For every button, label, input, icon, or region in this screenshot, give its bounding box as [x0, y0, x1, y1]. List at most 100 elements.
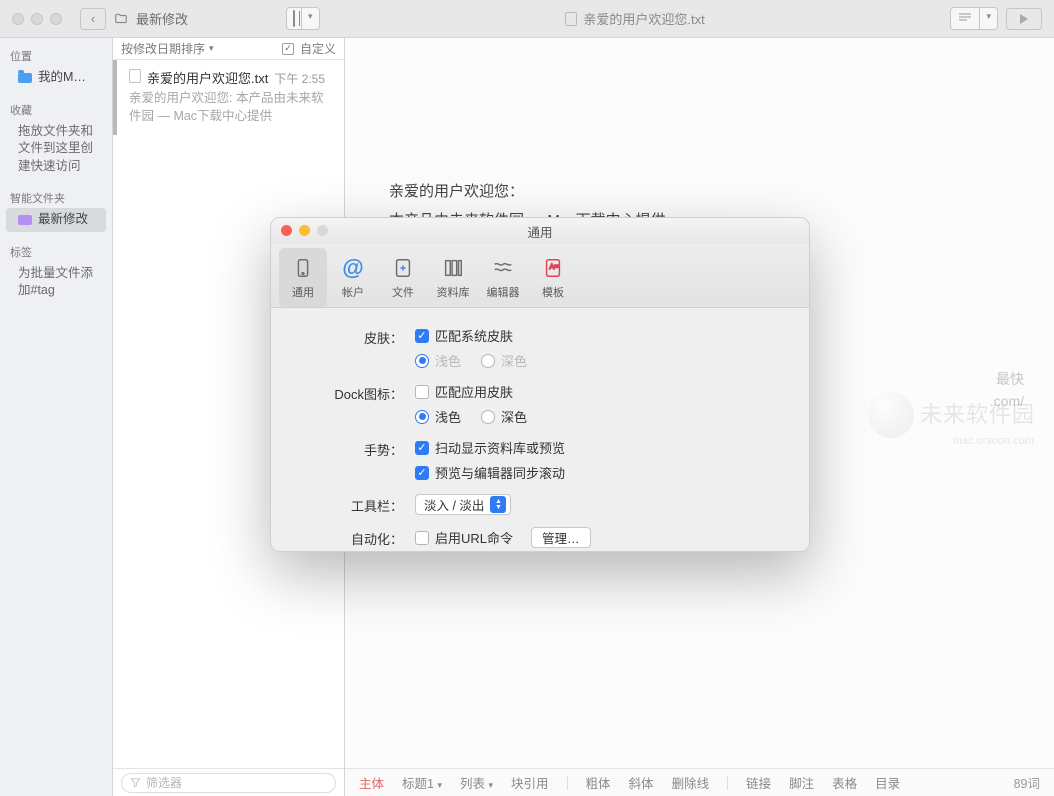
tab-file[interactable]: 文件 [379, 248, 427, 307]
label-skin: 皮肤： [297, 326, 415, 347]
tab-library[interactable]: 资料库 [429, 248, 477, 307]
radio-dark[interactable] [481, 354, 495, 368]
sidebar-head-fav: 收藏 [0, 98, 112, 120]
smart-folder-icon [18, 215, 32, 225]
play-button[interactable] [1006, 8, 1042, 30]
prefs-window-controls [281, 225, 328, 236]
sort-label: 按修改日期排序 [121, 40, 205, 57]
tab-general[interactable]: 通用 [279, 248, 327, 307]
tb-h1[interactable]: 标题1 ▾ [402, 773, 442, 792]
sort-control[interactable]: 按修改日期排序 ▾ [121, 40, 276, 57]
tb-bold[interactable]: 粗体 [586, 773, 611, 792]
custom-checkbox[interactable]: ✓ [282, 43, 294, 55]
file-icon [129, 69, 141, 83]
prefs-title: 通用 [527, 222, 552, 241]
tb-italic[interactable]: 斜体 [629, 773, 654, 792]
prefs-min[interactable] [299, 225, 310, 236]
file-list-footer: 筛选器 [113, 768, 344, 796]
radio-light[interactable] [415, 354, 429, 368]
tab-editor[interactable]: 编辑器 [479, 248, 527, 307]
auto-checkbox[interactable] [415, 531, 429, 545]
checkbox-icon: ✓ [415, 329, 429, 343]
funnel-icon [130, 777, 141, 788]
select-arrow-icon: ▲▼ [490, 496, 506, 513]
sidebar-head-smart: 智能文件夹 [0, 186, 112, 208]
word-count[interactable]: 89词 [1014, 773, 1040, 792]
phone-icon [290, 255, 316, 281]
prefs-titlebar: 通用 [271, 218, 809, 244]
view-mode-chevron-icon[interactable]: ▾ [979, 8, 997, 29]
manage-button[interactable]: 管理… [531, 527, 591, 548]
watermark: 未来软件园 mac.orsoon.com [868, 380, 1038, 450]
sidebar-item-recent[interactable]: 最新修改 [6, 208, 106, 232]
separator [727, 776, 728, 790]
checkbox-icon: ✓ [415, 441, 429, 455]
file-row[interactable]: 亲爱的用户欢迎您.txt 下午 2:55 亲爱的用户欢迎您: 本产品由未来软件园… [113, 60, 344, 135]
opt-label: 启用URL命令 [435, 528, 513, 547]
tb-link[interactable]: 链接 [746, 773, 771, 792]
tb-table[interactable]: 表格 [832, 773, 857, 792]
gesture-opt2[interactable]: ✓ 预览与编辑器同步滚动 [415, 463, 783, 482]
custom-label: 自定义 [300, 40, 336, 57]
tb-main[interactable]: 主体 [359, 773, 384, 792]
gesture-opt1[interactable]: ✓ 扫动显示资料库或预览 [415, 438, 783, 457]
tab-account[interactable]: @ 帐户 [329, 248, 377, 307]
tb-toc[interactable]: 目录 [875, 773, 900, 792]
dock-match-app[interactable]: 匹配应用皮肤 [415, 382, 783, 401]
tab-label: 通用 [292, 284, 314, 300]
tb-strike[interactable]: 删除线 [672, 773, 710, 792]
sidebar-item-label: 最新修改 [38, 211, 88, 229]
tb-list[interactable]: 列表 ▾ [460, 773, 493, 792]
file-list-header: 按修改日期排序 ▾ ✓ 自定义 [113, 38, 344, 60]
file-name: 亲爱的用户欢迎您.txt [147, 68, 268, 87]
radio-dark[interactable] [481, 410, 495, 424]
watermark-text: 未来软件园 [920, 394, 1035, 436]
tb-block[interactable]: 块引用 [511, 773, 549, 792]
opt-label: 深色 [501, 407, 527, 426]
filter-placeholder: 筛选器 [146, 774, 182, 791]
sidebar-tags-text: 为批量文件添加#tag [18, 265, 102, 300]
layout-segment[interactable]: ▾ [286, 7, 320, 30]
radio-light[interactable] [415, 410, 429, 424]
back-button[interactable]: ‹ [80, 8, 106, 30]
prefs-dialog: 通用 通用 @ 帐户 文件 资料库 编辑器 A= 模板 皮肤： [270, 217, 810, 552]
row-dock: Dock图标： 匹配应用皮肤 浅色 深色 [297, 382, 783, 426]
tab-template[interactable]: A= 模板 [529, 248, 577, 307]
traffic-min[interactable] [31, 13, 43, 25]
layout-icon[interactable] [287, 8, 301, 29]
opt-label: 浅色 [435, 351, 461, 370]
doc-title: 亲爱的用户欢迎您.txt [565, 9, 704, 28]
sidebar-item-my-mac[interactable]: 我的M… [0, 66, 112, 90]
at-icon: @ [340, 255, 366, 281]
traffic-close[interactable] [12, 13, 24, 25]
sidebar-head-location: 位置 [0, 44, 112, 66]
editor-toolbar: 主体 标题1 ▾ 列表 ▾ 块引用 粗体 斜体 删除线 链接 脚注 表格 目录 … [345, 768, 1054, 796]
label-automation: 自动化： [297, 527, 415, 548]
view-mode-icon[interactable] [951, 8, 979, 29]
sidebar-tags-hint: 为批量文件添加#tag [0, 262, 112, 303]
prefs-close[interactable] [281, 225, 292, 236]
view-mode-segment[interactable]: ▾ [950, 7, 998, 30]
prefs-max[interactable] [317, 225, 328, 236]
sidebar: 位置 我的M… 收藏 拖放文件夹和文件到这里创建快速访问 智能文件夹 最新修改 … [0, 38, 113, 796]
folder-label: 最新修改 [136, 9, 188, 28]
window-controls [12, 13, 62, 25]
template-icon: A= [540, 255, 566, 281]
toolbar-select[interactable]: 淡入 / 淡出 ▲▼ [415, 494, 511, 515]
separator [567, 776, 568, 790]
row-gesture: 手势： ✓ 扫动显示资料库或预览 ✓ 预览与编辑器同步滚动 [297, 438, 783, 482]
document-icon [565, 12, 577, 26]
opt-label: 预览与编辑器同步滚动 [435, 463, 565, 482]
tb-foot[interactable]: 脚注 [789, 773, 814, 792]
prefs-tabs: 通用 @ 帐户 文件 资料库 编辑器 A= 模板 [271, 244, 809, 308]
file-plus-icon [390, 255, 416, 281]
layout-chevron-icon[interactable]: ▾ [301, 8, 319, 29]
tab-label: 模板 [542, 284, 564, 300]
traffic-max[interactable] [50, 13, 62, 25]
chevron-down-icon: ▾ [209, 43, 214, 54]
skin-match-system[interactable]: ✓ 匹配系统皮肤 [415, 326, 783, 345]
filter-input[interactable]: 筛选器 [121, 773, 336, 793]
file-time: 下午 2:55 [274, 70, 325, 87]
folder-blue-icon [18, 73, 32, 83]
watermark-ball-icon [868, 392, 914, 438]
